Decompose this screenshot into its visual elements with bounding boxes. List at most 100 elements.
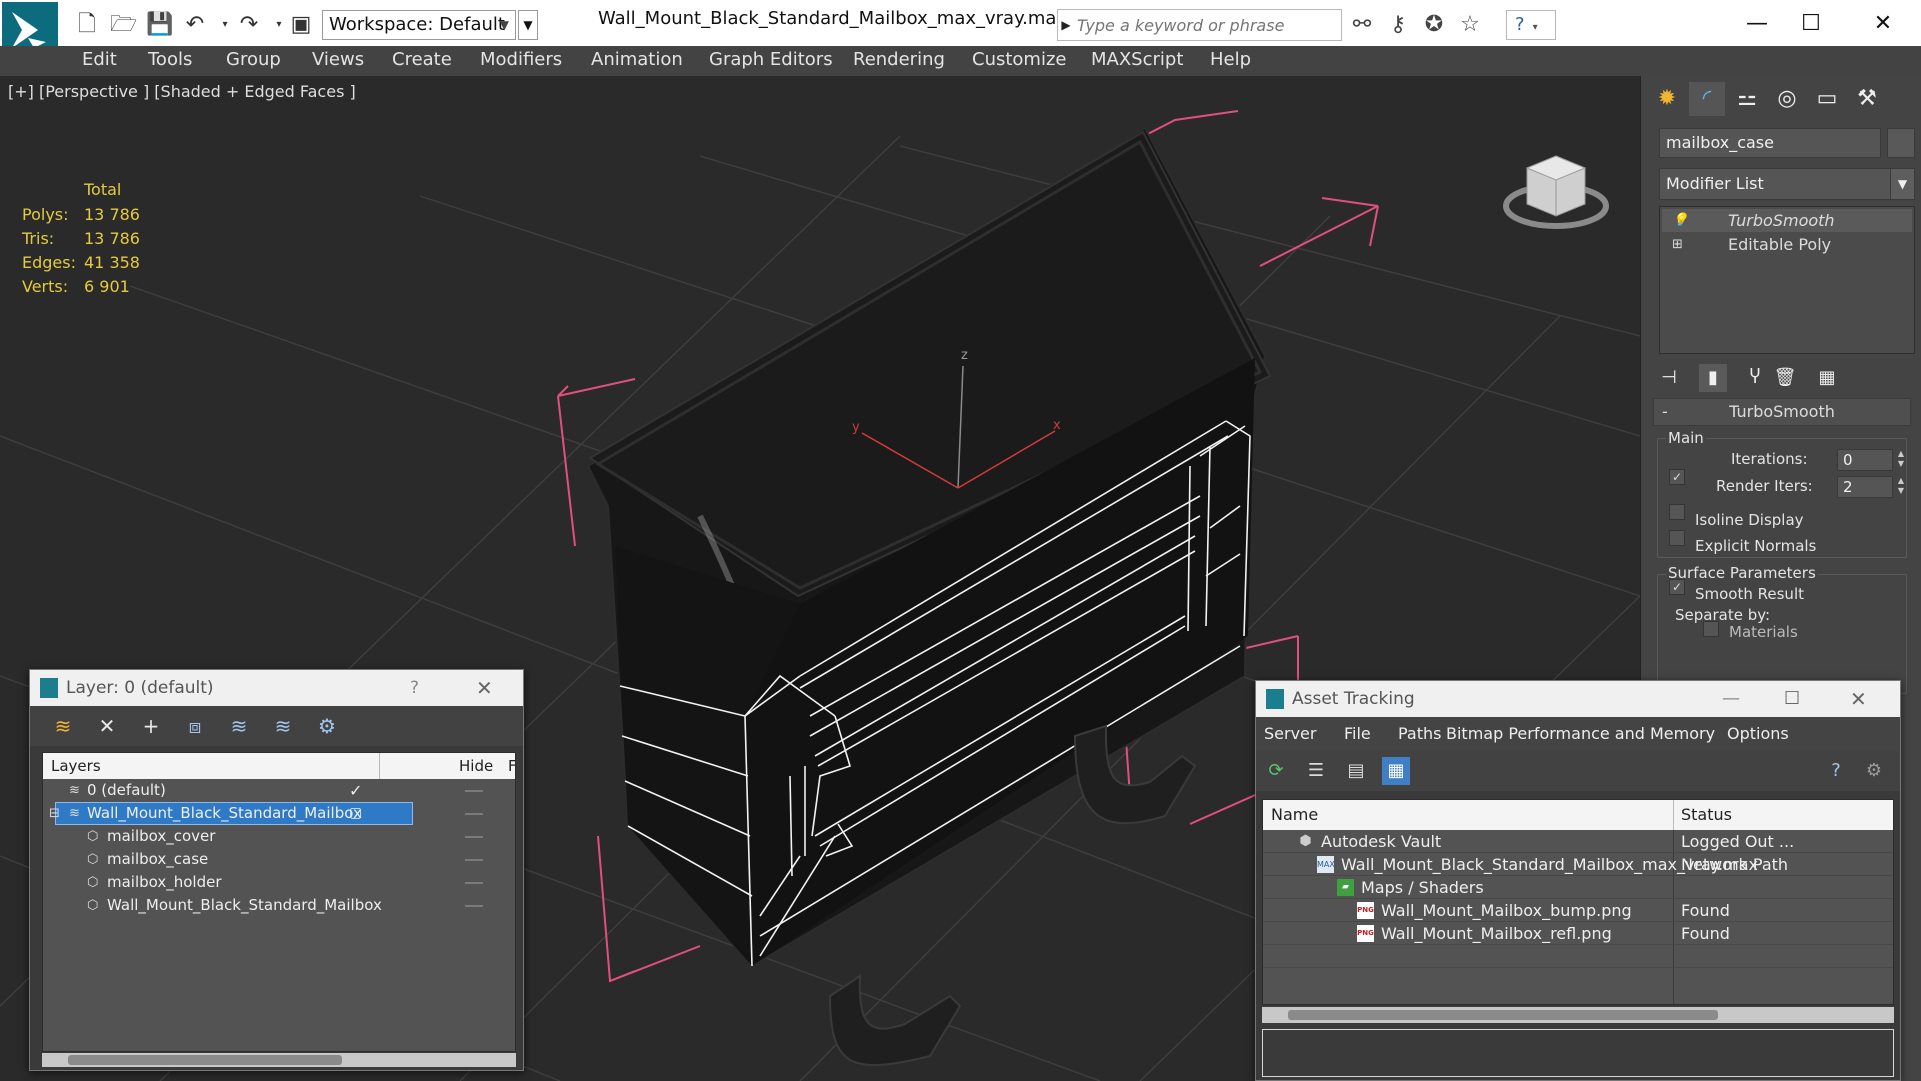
save-icon[interactable]: 💾 — [146, 12, 173, 38]
asset-row-max-file[interactable]: MAX Wall_Mount_Black_Standard_Mailbox_ma… — [1263, 853, 1893, 876]
layer-horizontal-scrollbar[interactable] — [42, 1053, 516, 1067]
asset-horizontal-scrollbar[interactable] — [1262, 1007, 1894, 1023]
menu-graph-editors[interactable]: Graph Editors — [709, 49, 833, 70]
expand-plus-icon[interactable]: ⊞ — [1672, 233, 1683, 256]
table-view-icon[interactable]: ▦ — [1382, 757, 1410, 785]
scrollbar-thumb[interactable] — [68, 1055, 342, 1065]
hide-toggle[interactable] — [465, 905, 483, 907]
asset-menu-file[interactable]: File — [1344, 717, 1371, 751]
menu-create[interactable]: Create — [392, 49, 452, 70]
asset-menu-options[interactable]: Options — [1727, 717, 1789, 751]
render-iters-checkbox[interactable]: ✓ — [1669, 469, 1685, 485]
motion-tab-icon[interactable]: ◎ — [1769, 82, 1805, 116]
asset-row-vault[interactable]: ⬢ Autodesk Vault Logged Out ... — [1263, 830, 1893, 853]
undo-icon[interactable]: ↶ — [182, 12, 208, 38]
materials-checkbox[interactable] — [1703, 621, 1719, 637]
col-status[interactable]: Status — [1681, 800, 1732, 830]
search-expand-icon[interactable]: ▶ — [1057, 9, 1075, 41]
menu-help[interactable]: Help — [1210, 49, 1251, 70]
asset-row-refl-map[interactable]: PNG Wall_Mount_Mailbox_refl.png Found — [1263, 922, 1893, 945]
close-icon[interactable]: ✕ — [1850, 681, 1867, 717]
menu-group[interactable]: Group — [226, 49, 281, 70]
turbosmooth-rollout-header[interactable]: - TurboSmooth — [1653, 398, 1911, 426]
render-iters-spinner-arrows[interactable]: ▲ ▼ — [1895, 476, 1907, 498]
stack-item-editable-poly[interactable]: ⊞ Editable Poly — [1662, 233, 1912, 256]
help-button[interactable]: ? ▾ — [1506, 10, 1556, 40]
open-folder-icon[interactable]: 🗁 — [110, 12, 137, 38]
thumbnail-view-icon[interactable]: ▤ — [1342, 757, 1370, 785]
menu-tools[interactable]: Tools — [148, 49, 192, 70]
undo-dropdown-icon[interactable]: ▾ — [212, 12, 238, 38]
star-icon[interactable]: ☆ — [1456, 11, 1484, 39]
set-current-layer-icon[interactable]: ≋ — [268, 712, 298, 740]
asset-dialog-titlebar[interactable]: Asset Tracking — ☐ ✕ — [1256, 681, 1900, 717]
hide-toggle[interactable] — [465, 859, 483, 861]
maximize-icon[interactable]: ☐ — [1784, 681, 1800, 717]
list-view-icon[interactable]: ☰ — [1302, 757, 1330, 785]
asset-menu-bitmap-performance[interactable]: Bitmap Performance and Memory — [1446, 717, 1715, 751]
layer-dialog-titlebar[interactable]: Layer: 0 (default) ? ✕ — [30, 670, 523, 706]
asset-menu-server[interactable]: Server — [1264, 717, 1316, 751]
workspace-dropdown[interactable]: Workspace: Default ▼ — [322, 10, 516, 40]
menu-views[interactable]: Views — [312, 49, 364, 70]
key-icon[interactable]: ⚷ — [1384, 11, 1412, 39]
hide-toggle[interactable] — [465, 813, 483, 815]
create-tab-icon[interactable]: ✹ — [1649, 82, 1685, 116]
new-file-icon[interactable]: 🗋 — [74, 12, 100, 38]
redo-icon[interactable]: ↷ — [236, 12, 262, 38]
workspace-menu-button[interactable]: ▼ — [518, 10, 538, 40]
col-name[interactable]: Name — [1271, 800, 1318, 830]
select-layer-icon[interactable]: ≋ — [224, 712, 254, 740]
render-iters-spinner[interactable]: 2 — [1837, 476, 1893, 498]
layer-settings-icon[interactable]: ⚙ — [312, 712, 342, 740]
asset-row-bump-map[interactable]: PNG Wall_Mount_Mailbox_bump.png Found — [1263, 899, 1893, 922]
utilities-tab-icon[interactable]: ⚒ — [1849, 82, 1885, 116]
hierarchy-tab-icon[interactable]: ⚍ — [1729, 82, 1765, 116]
help-icon[interactable]: ? — [410, 670, 419, 706]
close-icon[interactable]: ✕ — [476, 670, 493, 706]
menu-maxscript[interactable]: MAXScript — [1091, 49, 1183, 70]
modifier-list-dropdown[interactable]: Modifier List ▼ — [1659, 168, 1915, 200]
layer-row-default[interactable]: ≋ 0 (default) ✓ — [43, 779, 515, 802]
hide-toggle[interactable] — [465, 790, 483, 792]
col-hide[interactable]: Hide — [459, 753, 493, 779]
explicit-normals-checkbox[interactable] — [1669, 530, 1685, 546]
iterations-spinner[interactable]: 0 — [1837, 449, 1893, 471]
refresh-icon[interactable]: ⟳ — [1262, 757, 1290, 785]
menu-modifiers[interactable]: Modifiers — [480, 49, 562, 70]
satellite-icon[interactable]: ✪ — [1420, 11, 1448, 39]
isoline-display-checkbox[interactable] — [1669, 504, 1685, 520]
help-icon[interactable]: ? — [1822, 757, 1850, 785]
pin-stack-icon[interactable]: ⊣ — [1655, 364, 1683, 392]
project-folder-icon[interactable]: ▣ — [288, 12, 314, 38]
col-layers[interactable]: Layers — [51, 753, 101, 779]
close-icon[interactable]: ✕ — [1852, 2, 1914, 46]
configure-modifier-sets-icon[interactable]: ▦ — [1813, 364, 1841, 392]
menu-rendering[interactable]: Rendering — [853, 49, 945, 70]
scrollbar-thumb[interactable] — [1288, 1010, 1718, 1020]
layer-row-mailbox-cover[interactable]: ⬡ mailbox_cover — [43, 825, 515, 848]
layer-row-mailbox-case[interactable]: ⬡ mailbox_case — [43, 848, 515, 871]
show-end-result-icon[interactable]: ▮ — [1699, 364, 1727, 392]
settings-help-icon[interactable]: ⚙ — [1860, 757, 1888, 785]
iterations-spinner-arrows[interactable]: ▲ ▼ — [1895, 449, 1907, 471]
search-input[interactable] — [1077, 11, 1339, 39]
maximize-icon[interactable]: ☐ — [1780, 2, 1842, 46]
add-selection-icon[interactable]: + — [136, 712, 166, 740]
viewcube-icon[interactable] — [1500, 126, 1620, 236]
collapse-icon[interactable]: ⊟ — [49, 802, 60, 825]
remove-modifier-icon[interactable]: 🗑 — [1771, 364, 1799, 392]
layer-row-mailbox-object[interactable]: ⬡ Wall_Mount_Black_Standard_Mailbox — [43, 894, 515, 917]
lightbulb-icon[interactable]: 💡 — [1672, 209, 1688, 232]
layer-add-icon[interactable]: ≋ — [48, 712, 78, 740]
select-objects-icon[interactable]: ⧈ — [180, 712, 210, 740]
display-tab-icon[interactable]: ▭ — [1809, 82, 1845, 116]
minimize-icon[interactable]: — — [1722, 681, 1740, 717]
col-freeze[interactable]: F — [508, 753, 515, 779]
stack-item-turbosmooth[interactable]: 💡 TurboSmooth — [1662, 209, 1912, 232]
make-unique-icon[interactable]: Ⴤ — [1741, 364, 1769, 392]
asset-row-maps-shaders[interactable]: ▰ Maps / Shaders — [1263, 876, 1893, 899]
layer-row-mailbox-holder[interactable]: ⬡ mailbox_holder — [43, 871, 515, 894]
hide-toggle[interactable] — [465, 836, 483, 838]
object-name-field[interactable]: mailbox_case — [1659, 128, 1881, 158]
